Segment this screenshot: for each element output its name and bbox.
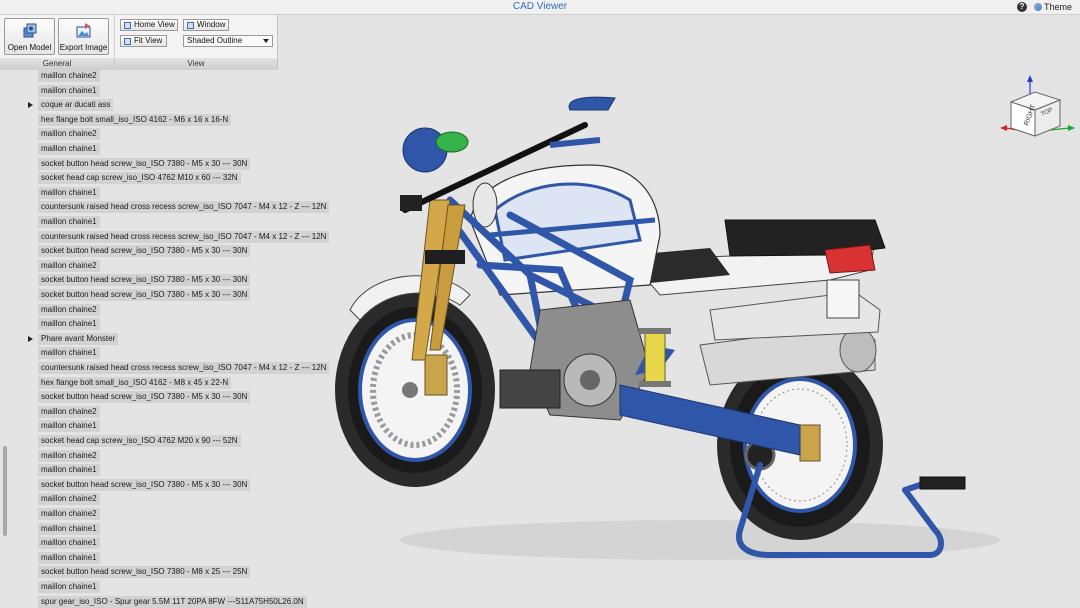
model-tree: maillon chaine2 maillon chaine1 coque ar d… (0, 70, 330, 608)
tree-item[interactable]: countersunk raised head cross recess scr… (38, 362, 330, 374)
tree-item[interactable]: countersunk raised head cross recess scr… (38, 201, 330, 214)
home-view-icon (124, 21, 131, 29)
theme-label: Theme (1043, 2, 1072, 12)
help-icon[interactable]: ? (1017, 2, 1027, 12)
export-image-icon (76, 23, 91, 38)
tree-item[interactable]: maillon chaine2 (38, 70, 100, 82)
tree-item[interactable]: maillon chaine2 (38, 303, 100, 316)
tree-item[interactable]: maillon chaine1 (38, 216, 100, 228)
tree-item[interactable]: socket button head screw_iso_ISO 7380 - … (38, 157, 251, 170)
open-model-button[interactable]: Open Model (4, 18, 55, 55)
tree-item[interactable]: maillon chaine2 (38, 493, 100, 506)
open-model-label: Open Model (7, 43, 52, 52)
window-label: Window (197, 20, 226, 29)
ribbon-group-view-label: View (115, 58, 277, 70)
tree-scrollbar[interactable] (3, 446, 7, 536)
tree-item[interactable]: maillon chaine2 (38, 259, 100, 272)
tree-item[interactable]: maillon chaine1 (38, 318, 100, 331)
chevron-down-icon (263, 39, 269, 43)
tree-item[interactable]: maillon chaine2 (38, 449, 100, 462)
3d-viewport[interactable]: RIGHT TOP (330, 70, 1080, 608)
motorcycle-model[interactable]: RIGHT TOP (330, 70, 1080, 608)
front-wheel (335, 293, 495, 487)
theme-menu[interactable]: Theme (1033, 2, 1072, 12)
title-bar: CAD Viewer ? Theme (0, 0, 1080, 15)
tree-item[interactable]: socket button head screw_iso_ISO 7380 - … (38, 391, 251, 404)
window-icon (187, 21, 194, 29)
export-image-button[interactable]: Export Image (58, 18, 109, 55)
ribbon-group-general-label: General (0, 58, 114, 70)
home-view-button[interactable]: Home View (120, 19, 178, 31)
expand-arrow-icon[interactable] (28, 102, 33, 109)
tree-item[interactable]: socket button head screw_iso_ISO 7380 - … (38, 478, 251, 491)
tree-item[interactable]: Phare avant Monster (38, 332, 119, 345)
display-mode-select[interactable]: Shaded Outline (183, 35, 273, 47)
tree-item[interactable]: countersunk raised head cross recess scr… (38, 230, 330, 243)
tree-item[interactable]: socket button head screw_iso_ISO 7380 - … (38, 566, 251, 579)
window-button[interactable]: Window (183, 19, 229, 31)
open-model-icon (23, 23, 37, 38)
export-image-label: Export Image (59, 43, 108, 52)
tree-item[interactable]: socket button head screw_iso_ISO 7380 - … (38, 274, 251, 287)
tree-item[interactable]: maillon chaine1 (38, 186, 100, 199)
fit-view-button[interactable]: Fit View (120, 35, 167, 47)
tree-item[interactable]: maillon chaine2 (38, 128, 100, 141)
home-view-label: Home View (134, 20, 175, 29)
ribbon-group-general: Open Model Export Image General (0, 15, 115, 70)
expand-arrow-icon[interactable] (28, 335, 33, 342)
tree-item[interactable]: maillon chaine1 (38, 551, 100, 564)
tree-item[interactable]: coque ar ducati ass (38, 99, 114, 112)
tree-item[interactable]: hex flange bolt small_iso_ISO 4162 - M8 … (38, 376, 232, 389)
tail-section (628, 219, 886, 319)
tree-item[interactable]: maillon chaine1 (38, 347, 100, 360)
tree-item[interactable]: maillon chaine1 (38, 84, 100, 97)
tree-item[interactable]: maillon chaine2 (38, 405, 100, 418)
tree-item[interactable]: hex flange bolt small_iso_ISO 4162 - M6 … (38, 113, 232, 126)
tree-item[interactable]: socket button head screw_iso_ISO 7380 - … (38, 245, 251, 258)
tree-item[interactable]: socket head cap screw_iso_ISO 4762 M20 x… (38, 435, 241, 447)
ribbon-toolbar: Open Model Export Image General Home Vie… (0, 15, 278, 70)
fit-view-icon (124, 37, 131, 45)
tree-item[interactable]: maillon chaine1 (38, 143, 100, 155)
app-title: CAD Viewer (512, 1, 568, 12)
theme-icon (1033, 3, 1042, 11)
tree-item[interactable]: maillon chaine1 (38, 420, 100, 433)
tree-item[interactable]: maillon chaine1 (38, 581, 100, 593)
tree-item[interactable]: socket button head screw_iso_ISO 7380 - … (38, 289, 251, 301)
ribbon-group-view: Home View Window Fit View Shaded Outline… (115, 15, 277, 70)
tree-item[interactable]: maillon chaine1 (38, 537, 100, 550)
tree-item[interactable]: maillon chaine1 (38, 464, 100, 477)
tree-item[interactable]: socket head cap screw_iso_ISO 4762 M10 x… (38, 172, 241, 185)
view-cube[interactable]: RIGHT TOP (1000, 75, 1075, 137)
fit-view-label: Fit View (134, 36, 163, 45)
tree-item[interactable]: spur gear_iso_ISO - Spur gear 5.5M 11T 2… (38, 595, 307, 608)
display-mode-value: Shaded Outline (187, 36, 243, 45)
tree-item[interactable]: maillon chaine2 (38, 508, 100, 520)
tree-item[interactable]: maillon chaine1 (38, 522, 100, 535)
